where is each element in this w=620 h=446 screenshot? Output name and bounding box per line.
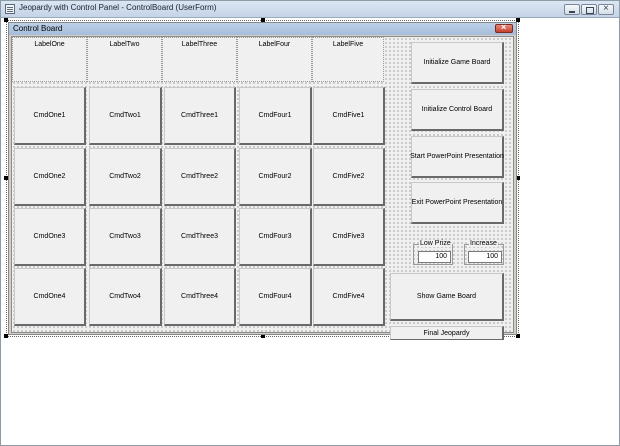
cmd-two-4[interactable]: CmdTwo4 (89, 268, 162, 326)
window-titlebar: Jeopardy with Control Panel - ControlBoa… (1, 1, 619, 18)
cmd-five-3[interactable]: CmdFive3 (313, 208, 385, 266)
cmd-two-1[interactable]: CmdTwo1 (89, 87, 162, 145)
userform-close-icon[interactable] (495, 22, 513, 33)
label-one[interactable]: LabelOne (12, 37, 87, 82)
cmd-four-3[interactable]: CmdFour3 (239, 208, 312, 266)
cmd-five-4[interactable]: CmdFive4 (313, 268, 385, 326)
low-prize-caption: Low Prize (419, 240, 452, 247)
cmd-four-2[interactable]: CmdFour2 (239, 148, 312, 206)
cmd-three-3[interactable]: CmdThree3 (164, 208, 236, 266)
cmd-four-4[interactable]: CmdFour4 (239, 268, 312, 326)
label-two[interactable]: LabelTwo (87, 37, 162, 82)
cmd-five-2[interactable]: CmdFive2 (313, 148, 385, 206)
cmd-three-1[interactable]: CmdThree1 (164, 87, 236, 145)
increase-input[interactable]: 100 (468, 251, 502, 263)
cmd-three-4[interactable]: CmdThree4 (164, 268, 236, 326)
initialize-control-board-button[interactable]: Initialize Control Board (411, 89, 504, 131)
close-icon[interactable] (598, 3, 614, 15)
low-prize-input[interactable]: 100 (418, 251, 451, 263)
maximize-icon[interactable] (581, 4, 597, 15)
start-powerpoint-button[interactable]: Start PowerPoint Presentation (410, 136, 504, 178)
userform-caption: Control Board (13, 24, 63, 33)
userform-icon (5, 4, 15, 14)
window-title: Jeopardy with Control Panel - ControlBoa… (19, 3, 217, 12)
cmd-four-1[interactable]: CmdFour1 (239, 87, 312, 145)
label-three[interactable]: LabelThree (162, 37, 237, 82)
userform-control-board[interactable]: Control Board LabelOne LabelTwo LabelThr… (8, 22, 517, 340)
final-jeopardy-button[interactable]: Final Jeopardy (390, 326, 504, 340)
cmd-two-3[interactable]: CmdTwo3 (89, 208, 162, 266)
show-game-board-button[interactable]: Show Game Board (390, 273, 504, 321)
increase-frame: Increase 100 (464, 240, 504, 265)
exit-powerpoint-button[interactable]: Exit PowerPoint Presentation (411, 182, 504, 224)
increase-caption: Increase (469, 240, 498, 247)
cmd-one-1[interactable]: CmdOne1 (14, 87, 86, 145)
cmd-one-4[interactable]: CmdOne4 (14, 268, 86, 326)
cmd-three-2[interactable]: CmdThree2 (164, 148, 236, 206)
userform-design-grid[interactable]: LabelOne LabelTwo LabelThree LabelFour L… (11, 36, 514, 340)
initialize-game-board-button[interactable]: Initialize Game Board (411, 42, 504, 84)
label-five[interactable]: LabelFive (312, 37, 384, 82)
label-four[interactable]: LabelFour (237, 37, 312, 82)
userform-titlebar: Control Board (9, 22, 516, 35)
cmd-one-2[interactable]: CmdOne2 (14, 148, 86, 206)
cmd-five-1[interactable]: CmdFive1 (313, 87, 385, 145)
cmd-one-3[interactable]: CmdOne3 (14, 208, 86, 266)
minimize-icon[interactable] (564, 4, 580, 15)
low-prize-frame: Low Prize 100 (413, 240, 453, 265)
cmd-two-2[interactable]: CmdTwo2 (89, 148, 162, 206)
vbe-userform-window: Jeopardy with Control Panel - ControlBoa… (0, 0, 620, 446)
